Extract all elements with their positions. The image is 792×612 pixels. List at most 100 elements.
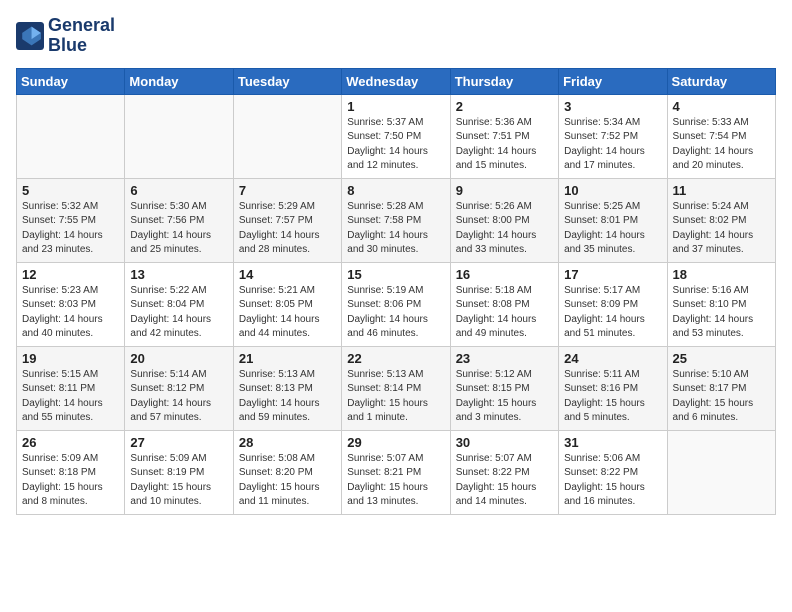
day-info: Sunrise: 5:10 AM Sunset: 8:17 PM Dayligh… (673, 368, 770, 426)
weekday-header-thursday: Thursday (450, 68, 558, 94)
calendar-cell: 19Sunrise: 5:15 AM Sunset: 8:11 PM Dayli… (17, 346, 125, 430)
calendar-cell: 2 Sunrise: 5:36 AM Sunset: 7:51 PM Daylig… (450, 94, 558, 178)
weekday-header-monday: Monday (125, 68, 233, 94)
calendar-week-3: 12Sunrise: 5:23 AM Sunset: 8:03 PM Dayli… (17, 262, 776, 346)
day-number: 14 (239, 267, 336, 282)
calendar-cell: 27 Sunrise: 5:09 AM Sunset: 8:19 PM Dayli… (125, 430, 233, 514)
day-info: Sunrise: 5:09 AM Sunset: 8:19 PM Dayligh… (130, 452, 227, 510)
calendar-cell: 23 Sunrise: 5:12 AM Sunset: 8:15 PM Dayli… (450, 346, 558, 430)
day-number: 1 (347, 99, 444, 114)
calendar-cell (667, 430, 775, 514)
calendar-cell (17, 94, 125, 178)
day-number: 4 (673, 99, 770, 114)
day-info: Sunrise: 5:36 AM Sunset: 7:51 PM Dayligh… (456, 116, 553, 174)
weekday-header-tuesday: Tuesday (233, 68, 341, 94)
calendar-week-2: 5 Sunrise: 5:32 AM Sunset: 7:55 PM Daylig… (17, 178, 776, 262)
day-info: Sunrise: 5:06 AM Sunset: 8:22 PM Dayligh… (564, 452, 661, 510)
day-number: 3 (564, 99, 661, 114)
day-info: Sunrise: 5:29 AM Sunset: 7:57 PM Dayligh… (239, 200, 336, 258)
day-info: Sunrise: 5:34 AM Sunset: 7:52 PM Dayligh… (564, 116, 661, 174)
calendar-table: SundayMondayTuesdayWednesdayThursdayFrid… (16, 68, 776, 515)
calendar-cell: 21 Sunrise: 5:13 AM Sunset: 8:13 PM Dayli… (233, 346, 341, 430)
day-info: Sunrise: 5:26 AM Sunset: 8:00 PM Dayligh… (456, 200, 553, 258)
day-info: Sunrise: 5:07 AM Sunset: 8:21 PM Dayligh… (347, 452, 444, 510)
day-number: 26 (22, 435, 119, 450)
weekday-header-row: SundayMondayTuesdayWednesdayThursdayFrid… (17, 68, 776, 94)
calendar-cell: 4 Sunrise: 5:33 AM Sunset: 7:54 PM Daylig… (667, 94, 775, 178)
weekday-header-saturday: Saturday (667, 68, 775, 94)
day-info: Sunrise: 5:16 AM Sunset: 8:10 PM Dayligh… (673, 284, 770, 342)
day-info: Sunrise: 5:08 AM Sunset: 8:20 PM Dayligh… (239, 452, 336, 510)
calendar-cell: 25 Sunrise: 5:10 AM Sunset: 8:17 PM Dayli… (667, 346, 775, 430)
calendar-cell: 3 Sunrise: 5:34 AM Sunset: 7:52 PM Daylig… (559, 94, 667, 178)
weekday-header-sunday: Sunday (17, 68, 125, 94)
calendar-cell: 16 Sunrise: 5:18 AM Sunset: 8:08 PM Dayli… (450, 262, 558, 346)
calendar-cell: 8Sunrise: 5:28 AM Sunset: 7:58 PM Daylig… (342, 178, 450, 262)
calendar-cell: 7 Sunrise: 5:29 AM Sunset: 7:57 PM Daylig… (233, 178, 341, 262)
calendar-cell: 18 Sunrise: 5:16 AM Sunset: 8:10 PM Dayli… (667, 262, 775, 346)
day-info: Sunrise: 5:22 AM Sunset: 8:04 PM Dayligh… (130, 284, 227, 342)
day-info: Sunrise: 5:17 AM Sunset: 8:09 PM Dayligh… (564, 284, 661, 342)
day-number: 18 (673, 267, 770, 282)
calendar-cell: 26 Sunrise: 5:09 AM Sunset: 8:18 PM Dayli… (17, 430, 125, 514)
day-info: Sunrise: 5:30 AM Sunset: 7:56 PM Dayligh… (130, 200, 227, 258)
day-number: 12 (22, 267, 119, 282)
calendar-cell: 30 Sunrise: 5:07 AM Sunset: 8:22 PM Dayli… (450, 430, 558, 514)
day-info: Sunrise: 5:14 AM Sunset: 8:12 PM Dayligh… (130, 368, 227, 426)
calendar-cell: 28 Sunrise: 5:08 AM Sunset: 8:20 PM Dayli… (233, 430, 341, 514)
day-number: 22 (347, 351, 444, 366)
day-number: 17 (564, 267, 661, 282)
calendar-cell: 13 Sunrise: 5:22 AM Sunset: 8:04 PM Dayli… (125, 262, 233, 346)
day-info: Sunrise: 5:12 AM Sunset: 8:15 PM Dayligh… (456, 368, 553, 426)
day-number: 31 (564, 435, 661, 450)
day-number: 9 (456, 183, 553, 198)
day-number: 6 (130, 183, 227, 198)
day-info: Sunrise: 5:19 AM Sunset: 8:06 PM Dayligh… (347, 284, 444, 342)
calendar-week-1: 1 Sunrise: 5:37 AM Sunset: 7:50 PM Daylig… (17, 94, 776, 178)
calendar-cell: 22 Sunrise: 5:13 AM Sunset: 8:14 PM Dayli… (342, 346, 450, 430)
day-number: 5 (22, 183, 119, 198)
calendar-cell: 11 Sunrise: 5:24 AM Sunset: 8:02 PM Dayli… (667, 178, 775, 262)
day-number: 28 (239, 435, 336, 450)
day-info: Sunrise: 5:37 AM Sunset: 7:50 PM Dayligh… (347, 116, 444, 174)
day-info: Sunrise: 5:13 AM Sunset: 8:14 PM Dayligh… (347, 368, 444, 426)
calendar-cell: 20 Sunrise: 5:14 AM Sunset: 8:12 PM Dayli… (125, 346, 233, 430)
logo: General Blue (16, 16, 115, 56)
calendar-cell: 5 Sunrise: 5:32 AM Sunset: 7:55 PM Daylig… (17, 178, 125, 262)
day-number: 11 (673, 183, 770, 198)
day-info: Sunrise: 5:15 AM Sunset: 8:11 PM Dayligh… (22, 368, 119, 426)
day-number: 13 (130, 267, 227, 282)
logo-text: General Blue (48, 16, 115, 56)
calendar-cell (233, 94, 341, 178)
day-info: Sunrise: 5:24 AM Sunset: 8:02 PM Dayligh… (673, 200, 770, 258)
day-info: Sunrise: 5:18 AM Sunset: 8:08 PM Dayligh… (456, 284, 553, 342)
day-number: 2 (456, 99, 553, 114)
day-number: 7 (239, 183, 336, 198)
day-number: 29 (347, 435, 444, 450)
calendar-cell: 12Sunrise: 5:23 AM Sunset: 8:03 PM Dayli… (17, 262, 125, 346)
calendar-cell: 15Sunrise: 5:19 AM Sunset: 8:06 PM Dayli… (342, 262, 450, 346)
day-info: Sunrise: 5:32 AM Sunset: 7:55 PM Dayligh… (22, 200, 119, 258)
day-info: Sunrise: 5:09 AM Sunset: 8:18 PM Dayligh… (22, 452, 119, 510)
day-number: 30 (456, 435, 553, 450)
weekday-header-wednesday: Wednesday (342, 68, 450, 94)
calendar-cell: 14Sunrise: 5:21 AM Sunset: 8:05 PM Dayli… (233, 262, 341, 346)
calendar-cell: 10Sunrise: 5:25 AM Sunset: 8:01 PM Dayli… (559, 178, 667, 262)
day-number: 21 (239, 351, 336, 366)
calendar-week-5: 26 Sunrise: 5:09 AM Sunset: 8:18 PM Dayli… (17, 430, 776, 514)
day-number: 16 (456, 267, 553, 282)
day-info: Sunrise: 5:33 AM Sunset: 7:54 PM Dayligh… (673, 116, 770, 174)
day-number: 10 (564, 183, 661, 198)
day-number: 23 (456, 351, 553, 366)
day-info: Sunrise: 5:07 AM Sunset: 8:22 PM Dayligh… (456, 452, 553, 510)
day-info: Sunrise: 5:13 AM Sunset: 8:13 PM Dayligh… (239, 368, 336, 426)
day-info: Sunrise: 5:28 AM Sunset: 7:58 PM Dayligh… (347, 200, 444, 258)
day-number: 20 (130, 351, 227, 366)
calendar-cell: 9 Sunrise: 5:26 AM Sunset: 8:00 PM Daylig… (450, 178, 558, 262)
calendar-cell: 6 Sunrise: 5:30 AM Sunset: 7:56 PM Daylig… (125, 178, 233, 262)
day-number: 25 (673, 351, 770, 366)
day-info: Sunrise: 5:11 AM Sunset: 8:16 PM Dayligh… (564, 368, 661, 426)
day-number: 27 (130, 435, 227, 450)
calendar-cell: 29 Sunrise: 5:07 AM Sunset: 8:21 PM Dayli… (342, 430, 450, 514)
calendar-cell: 1 Sunrise: 5:37 AM Sunset: 7:50 PM Daylig… (342, 94, 450, 178)
